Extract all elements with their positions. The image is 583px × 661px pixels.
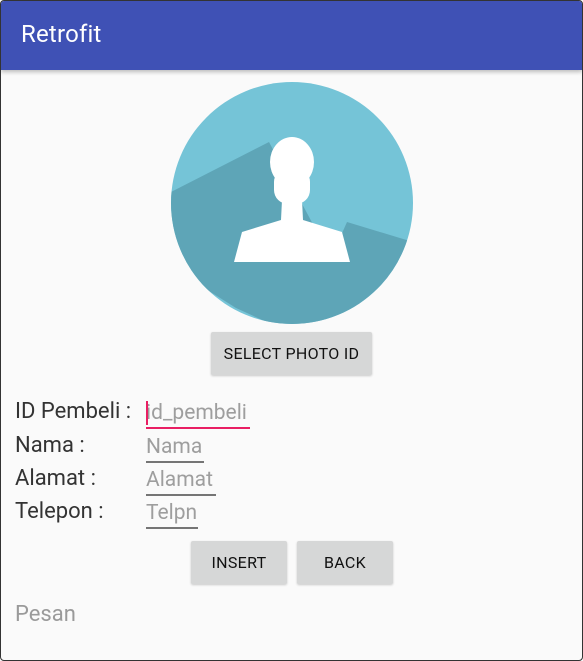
telepon-field[interactable]	[146, 499, 198, 529]
nama-underline	[146, 461, 204, 463]
insert-button[interactable]: INSERT	[191, 541, 287, 584]
app-bar: Retrofit	[1, 1, 582, 70]
text-cursor	[146, 401, 148, 425]
telepon-underline	[146, 527, 198, 529]
select-photo-id-button[interactable]: SELECT PHOTO ID	[211, 332, 372, 375]
pesan-text: Pesan	[15, 602, 76, 627]
avatar-person-icon	[171, 82, 413, 324]
back-button[interactable]: BACK	[297, 541, 393, 584]
id-pembeli-field[interactable]	[146, 399, 250, 429]
id-pembeli-underline	[146, 427, 250, 429]
alamat-field[interactable]	[146, 466, 216, 496]
id-pembeli-label: ID Pembeli :	[15, 399, 132, 424]
app-title: Retrofit	[21, 20, 102, 48]
telepon-label: Telepon :	[15, 499, 104, 524]
id-pembeli-input[interactable]	[146, 399, 250, 427]
alamat-input[interactable]	[146, 466, 216, 494]
nama-field[interactable]	[146, 433, 204, 463]
telepon-input[interactable]	[146, 499, 198, 527]
alamat-label: Alamat :	[15, 466, 96, 491]
alamat-underline	[146, 494, 216, 496]
nama-input[interactable]	[146, 433, 204, 461]
nama-label: Nama :	[15, 433, 85, 458]
app-window: Retrofit SELECT PHOTO ID ID Pembeli : Na…	[0, 0, 583, 661]
